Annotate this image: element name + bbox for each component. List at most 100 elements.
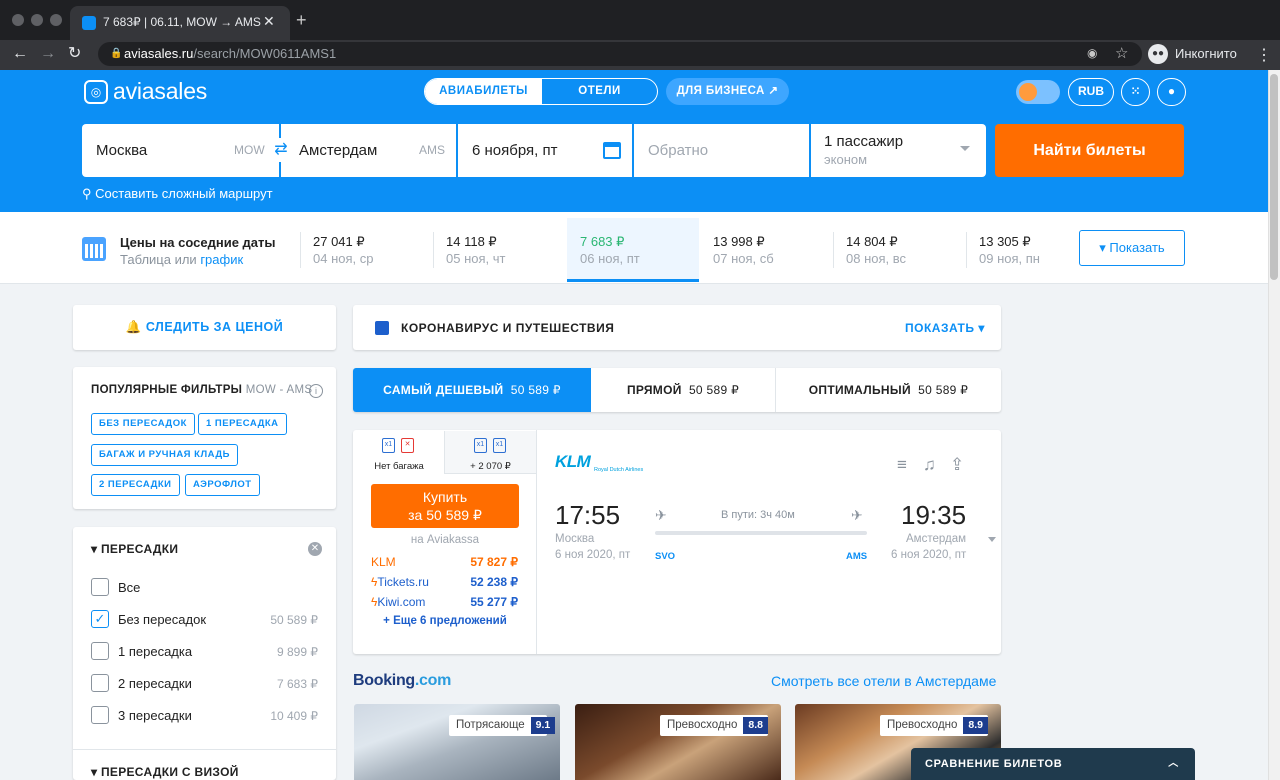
sort-tab-direct[interactable]: ПРЯМОЙ 50 589 ₽ <box>591 368 775 412</box>
stops-checkbox[interactable] <box>91 642 109 660</box>
stops-option-label[interactable]: Без пересадок <box>118 612 206 627</box>
chip-nonstop[interactable]: БЕЗ ПЕРЕСАДОК <box>91 413 195 435</box>
show-dates-button[interactable]: ▾ Показать <box>1079 230 1185 266</box>
sort-tab-cheapest[interactable]: САМЫЙ ДЕШЕВЫЙ 50 589 ₽ <box>353 368 591 412</box>
url-text[interactable]: aviasales.ru/search/MOW0611AMS1 <box>124 46 336 61</box>
arrive-time: 19:35 <box>901 500 967 530</box>
calendar-icon[interactable] <box>603 142 621 159</box>
swap-icon[interactable]: ⇄ <box>270 138 292 162</box>
chevron-up-icon[interactable]: ︿ <box>1168 748 1179 780</box>
apps-grid-icon[interactable]: ⁙ <box>1121 78 1150 106</box>
stops-checkbox[interactable] <box>91 578 109 596</box>
stops-option-label[interactable]: Все <box>118 580 140 595</box>
baggage-icon: x1 <box>493 438 506 453</box>
agency-price[interactable]: 52 238 ₽ <box>470 575 518 589</box>
favicon-icon <box>82 16 96 30</box>
business-button[interactable]: ДЛЯ БИЗНЕСА ↗ <box>666 78 789 105</box>
new-tab-button[interactable]: + <box>296 11 307 29</box>
chip-one-stop[interactable]: 1 ПЕРЕСАДКА <box>198 413 287 435</box>
destination-field[interactable]: Амстердам <box>299 124 377 177</box>
date-price-cell[interactable]: 7 683 ₽ 06 ноя, пт <box>567 218 699 282</box>
visa-stops-title[interactable]: ▾ ПЕРЕСАДКИ С ВИЗОЙ <box>91 765 239 779</box>
buy-button[interactable]: Купить за 50 589 ₽ <box>371 484 519 528</box>
window-minimize-dot[interactable] <box>31 14 43 26</box>
forward-arrow-icon[interactable]: → <box>40 45 56 63</box>
destination-code: AMS <box>419 143 446 157</box>
date-label: 06 ноя, пт <box>580 251 640 266</box>
logo-text[interactable]: aviasales <box>113 78 207 105</box>
booking-logo[interactable]: Booking.com <box>353 672 451 690</box>
popular-filters-route: MOW - AMS <box>245 384 313 396</box>
bag-option-no-baggage[interactable]: Нет багажа <box>354 431 444 474</box>
passengers-field[interactable]: 1 пассажир <box>824 133 903 150</box>
nearby-dates-subtitle: Таблица или график <box>120 252 243 267</box>
expand-ticket-icon[interactable] <box>988 537 996 542</box>
return-date-field[interactable]: Обратно <box>648 124 708 177</box>
stops-option-label[interactable]: 1 пересадка <box>118 644 192 659</box>
agency-name[interactable]: ϟTickets.ru <box>371 575 429 589</box>
sort-tab-label: САМЫЙ ДЕШЕВЫЙ <box>383 383 504 397</box>
origin-field[interactable]: Москва <box>96 124 147 177</box>
window-zoom-dot[interactable] <box>50 14 62 26</box>
tab-flights[interactable]: АВИАБИЛЕТЫ <box>425 79 542 104</box>
stops-filter-title[interactable]: ▾ ПЕРЕСАДКИ <box>91 542 178 556</box>
chip-two-stops[interactable]: 2 ПЕРЕСАДКИ <box>91 474 180 496</box>
info-icon[interactable]: i <box>309 384 323 398</box>
date-price-cell[interactable]: 13 998 ₽ 07 ноя, сб <box>700 218 832 282</box>
date-price-cell[interactable]: 27 041 ₽ 04 ноя, ср <box>300 218 432 282</box>
chip-aeroflot[interactable]: АЭРОФЛОТ <box>185 474 260 496</box>
stops-checkbox[interactable] <box>91 706 109 724</box>
browser-tab[interactable]: 7 683₽ | 06.11, MOW → AMS ✕ <box>70 6 290 40</box>
close-tab-icon[interactable]: ✕ <box>263 13 275 30</box>
clear-filter-icon[interactable]: ✕ <box>308 542 322 556</box>
sun-icon <box>1019 83 1037 101</box>
window-close-dot[interactable] <box>12 14 24 26</box>
user-icon[interactable]: ● <box>1157 78 1186 106</box>
share-icon[interactable]: ⇪ <box>950 455 964 475</box>
cabin-class[interactable]: эконом <box>824 152 867 167</box>
date-price-cell[interactable]: 14 118 ₽ 05 ноя, чт <box>433 218 565 282</box>
all-hotels-link[interactable]: Смотреть все отели в Амстердаме <box>771 673 996 689</box>
reload-icon[interactable]: ↻ <box>68 45 81 63</box>
bell-icon[interactable]: ♫ <box>923 455 936 475</box>
stops-option-label[interactable]: 3 пересадки <box>118 708 192 723</box>
stops-checkbox[interactable]: ✓ <box>91 610 109 628</box>
more-offers-link[interactable]: + Еще 6 предложений <box>371 615 519 627</box>
find-tickets-button[interactable]: Найти билеты <box>995 124 1184 177</box>
stops-option-label[interactable]: 2 пересадки <box>118 676 192 691</box>
flight-duration: В пути: 3ч 40м <box>721 509 795 521</box>
lock-icon[interactable]: 🔒 <box>110 48 122 59</box>
stops-checkbox[interactable] <box>91 674 109 692</box>
eye-slash-icon[interactable]: ◉ <box>1087 46 1097 60</box>
scrollbar-thumb[interactable] <box>1270 74 1278 280</box>
agency-name[interactable]: KLM <box>371 555 396 569</box>
theme-toggle[interactable] <box>1016 80 1060 104</box>
tab-hotels[interactable]: ОТЕЛИ <box>542 79 657 104</box>
profile-label[interactable]: Инкогнито <box>1175 46 1237 61</box>
date-label: 07 ноя, сб <box>713 251 774 266</box>
incognito-icon[interactable]: ●● <box>1148 44 1168 64</box>
chart-link[interactable]: график <box>200 252 243 267</box>
depart-date-field[interactable]: 6 ноября, пт <box>472 124 557 177</box>
sort-tab-optimal[interactable]: ОПТИМАЛЬНЫЙ 50 589 ₽ <box>776 368 1001 412</box>
star-icon[interactable]: ☆ <box>1115 44 1128 62</box>
date-price-cell[interactable]: 14 804 ₽ 08 ноя, вс <box>833 218 965 282</box>
chevron-down-icon[interactable] <box>960 146 970 151</box>
logo-icon[interactable]: ◎ <box>84 80 108 104</box>
follow-price-button[interactable]: 🔔 СЛЕДИТЬ ЗА ЦЕНОЙ <box>73 305 336 350</box>
add-to-compare-icon[interactable]: ≡ <box>897 455 907 475</box>
table-or-label[interactable]: Таблица или <box>120 252 200 267</box>
covid-show-button[interactable]: ПОКАЗАТЬ ▾ <box>905 321 985 335</box>
no-baggage-icon: ✕ <box>401 438 414 453</box>
agency-name[interactable]: ϟKiwi.com <box>371 595 425 609</box>
chip-baggage[interactable]: БАГАЖ И РУЧНАЯ КЛАДЬ <box>91 444 238 466</box>
agency-price[interactable]: 57 827 ₽ <box>470 555 518 569</box>
complex-route-link[interactable]: ⚲ Составить сложный маршрут <box>82 186 273 202</box>
agency-price[interactable]: 55 277 ₽ <box>470 595 518 609</box>
compare-tickets-bar[interactable]: СРАВНЕНИЕ БИЛЕТОВ ︿ <box>911 748 1195 780</box>
visa-stops-label: ПЕРЕСАДКИ С ВИЗОЙ <box>100 765 239 779</box>
currency-button[interactable]: RUB <box>1068 78 1114 106</box>
back-arrow-icon[interactable]: ← <box>12 45 28 63</box>
bag-option-with-baggage[interactable]: + 2 070 ₽ <box>444 431 536 474</box>
kebab-menu-icon[interactable]: ⋮ <box>1256 45 1272 65</box>
